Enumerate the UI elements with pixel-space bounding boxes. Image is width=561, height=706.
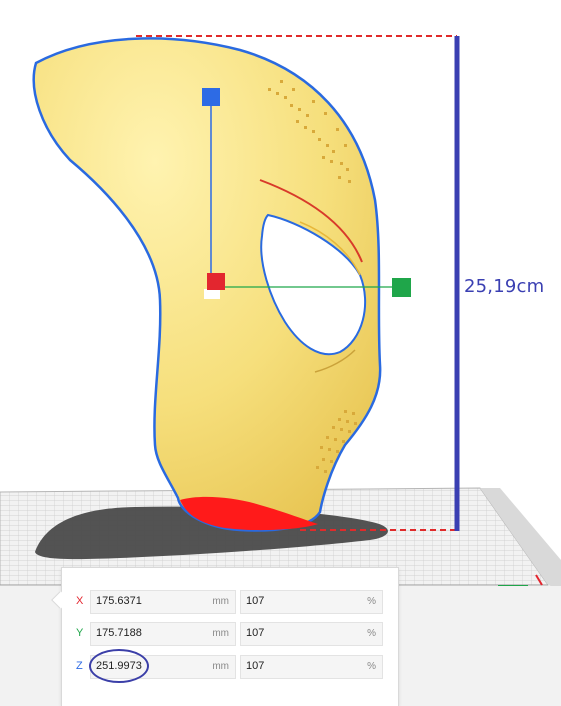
axis-label-y: Y [76, 627, 84, 639]
move-gizmo-x-handle[interactable] [207, 273, 225, 290]
height-measurement-label: 25,19cm [464, 276, 545, 297]
scale-x-mm-input[interactable]: 175.6371 mm [90, 590, 236, 614]
scale-y-percent-value: 107 [246, 627, 265, 639]
scale-y-percent-input[interactable]: 107 % [240, 622, 383, 646]
scale-y-mm-value: 175.7188 [96, 627, 142, 639]
unit-percent: % [367, 628, 376, 639]
unit-percent: % [367, 661, 376, 672]
scale-z-percent-input[interactable]: 107 % [240, 655, 383, 679]
unit-mm: mm [212, 596, 229, 607]
scale-x-percent-input[interactable]: 107 % [240, 590, 383, 614]
unit-mm: mm [212, 661, 229, 672]
scale-row-y: Y 175.7188 mm 107 % [62, 622, 398, 648]
mask-model[interactable] [32, 37, 382, 532]
scale-row-z: Z 251.9973 mm 107 % [62, 655, 398, 681]
scale-z-mm-value: 251.9973 [96, 660, 142, 672]
scale-y-mm-input[interactable]: 175.7188 mm [90, 622, 236, 646]
scale-row-x: X 175.6371 mm 107 % [62, 590, 398, 616]
scale-z-mm-input[interactable]: 251.9973 mm [90, 655, 236, 679]
axis-label-z: Z [76, 660, 83, 672]
move-gizmo-y-handle[interactable] [202, 88, 220, 106]
scale-z-percent-value: 107 [246, 660, 265, 672]
axis-label-x: X [76, 595, 84, 607]
move-gizmo-z-handle[interactable] [392, 278, 411, 297]
unit-percent: % [367, 596, 376, 607]
scale-tool-panel: X 175.6371 mm 107 % Y 175.7188 mm 107 % … [52, 568, 398, 706]
scale-x-mm-value: 175.6371 [96, 595, 142, 607]
scale-x-percent-value: 107 [246, 595, 265, 607]
unit-mm: mm [212, 628, 229, 639]
